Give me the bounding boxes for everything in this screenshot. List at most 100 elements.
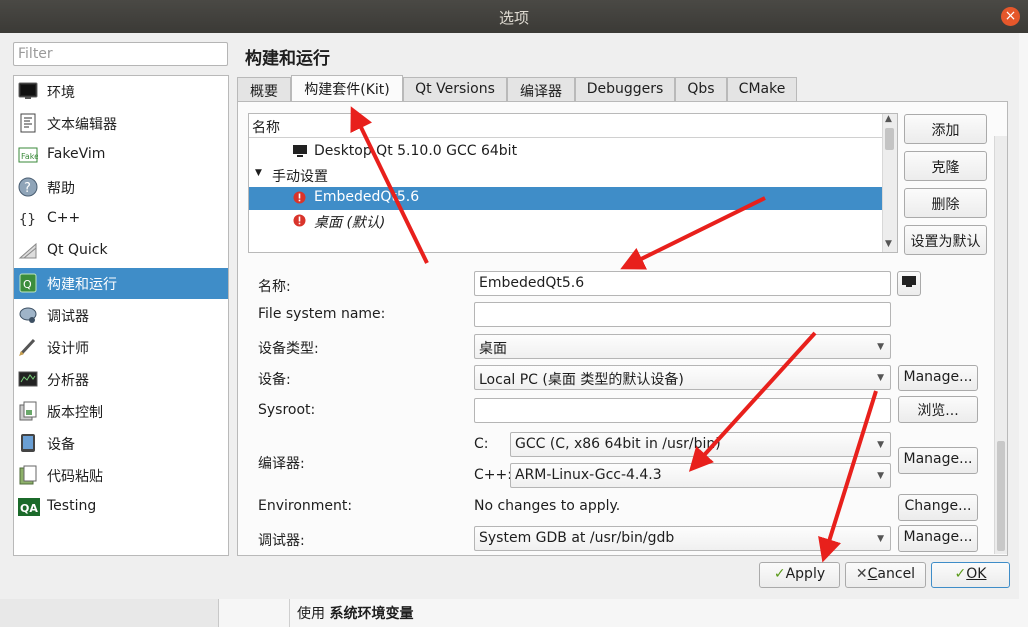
nav-item-testing[interactable]: QA Testing bbox=[14, 492, 228, 523]
tab-cmake[interactable]: CMake bbox=[727, 77, 797, 101]
fs-name-field[interactable] bbox=[474, 302, 891, 327]
compiler-cpp-label: C++: bbox=[474, 467, 512, 483]
remove-kit-button[interactable]: 删除 bbox=[904, 188, 987, 218]
debugger-manage-button[interactable]: Manage... bbox=[898, 525, 978, 552]
svg-text:Q: Q bbox=[23, 278, 32, 291]
cpp-braces-icon: {} bbox=[18, 209, 38, 229]
code-paste-icon bbox=[18, 465, 38, 485]
debugger-select[interactable]: System GDB at /usr/bin/gdb ▼ bbox=[474, 526, 891, 551]
device-manage-button[interactable]: Manage... bbox=[898, 365, 978, 391]
environment-label: Environment: bbox=[258, 498, 353, 514]
compiler-c-label: C: bbox=[474, 436, 489, 452]
chevron-down-icon: ▼ bbox=[877, 373, 884, 383]
background-separator bbox=[289, 599, 290, 627]
device-type-label: 设备类型: bbox=[258, 341, 319, 357]
chevron-down-icon: ▼ bbox=[877, 342, 884, 352]
compiler-label: 编译器: bbox=[258, 456, 305, 472]
name-label: 名称: bbox=[258, 279, 291, 295]
device-type-select[interactable]: 桌面 ▼ bbox=[474, 334, 891, 359]
scroll-up-icon[interactable]: ▲ bbox=[885, 114, 892, 124]
tab-qt-versions[interactable]: Qt Versions bbox=[403, 77, 507, 101]
tab-overview[interactable]: 概要 bbox=[237, 77, 291, 101]
chevron-down-icon: ▼ bbox=[877, 534, 884, 544]
help-icon: ? bbox=[18, 177, 38, 197]
nav-item-qt-quick[interactable]: Qt Quick bbox=[14, 236, 228, 267]
debugger-label: 调试器: bbox=[258, 533, 305, 549]
nav-item-build-run[interactable]: Q 构建和运行 bbox=[14, 268, 228, 299]
compiler-manage-button[interactable]: Manage... bbox=[898, 447, 978, 474]
nav-item-debugger[interactable]: 调试器 bbox=[14, 300, 228, 331]
chevron-down-icon: ▼ bbox=[877, 440, 884, 450]
analyzer-icon bbox=[18, 369, 38, 389]
page-title: 构建和运行 bbox=[245, 49, 330, 69]
svg-text:?: ? bbox=[24, 181, 31, 196]
checkmark-icon: ✓ bbox=[773, 566, 786, 582]
fs-name-label: File system name: bbox=[258, 306, 386, 322]
add-kit-button[interactable]: 添加 bbox=[904, 114, 987, 144]
sysroot-label: Sysroot: bbox=[258, 402, 316, 418]
make-default-button[interactable]: 设置为默认 bbox=[904, 225, 987, 255]
chevron-down-icon: ▼ bbox=[877, 471, 884, 481]
svg-text:QA: QA bbox=[20, 502, 38, 515]
nav-item-analyzer[interactable]: 分析器 bbox=[14, 364, 228, 395]
device-label: 设备: bbox=[258, 372, 291, 388]
filter-input[interactable]: Filter bbox=[13, 42, 228, 66]
nav-item-environment[interactable]: 环境 bbox=[14, 76, 228, 107]
nav-item-fakevim[interactable]: Fake FakeVim bbox=[14, 140, 228, 171]
kit-tree-scrollbar[interactable]: ▲ ▼ bbox=[882, 114, 897, 252]
nav-item-version-control[interactable]: 版本控制 bbox=[14, 396, 228, 427]
svg-text:Fake: Fake bbox=[21, 152, 38, 161]
device-select-icon-button[interactable] bbox=[897, 271, 921, 296]
tab-kits[interactable]: 构建套件(Kit) bbox=[291, 75, 403, 102]
environment-value: No changes to apply. bbox=[474, 498, 621, 514]
nav-item-designer[interactable]: 设计师 bbox=[14, 332, 228, 363]
apply-button[interactable]: ✓Apply bbox=[759, 562, 840, 588]
device-icon bbox=[18, 433, 38, 453]
collapse-arrow-icon[interactable]: ▼ bbox=[255, 168, 262, 178]
nav-item-text-editor[interactable]: 文本编辑器 bbox=[14, 108, 228, 139]
window-title: 选项 bbox=[498, 9, 529, 27]
tab-debuggers[interactable]: Debuggers bbox=[575, 77, 675, 101]
nav-item-help[interactable]: ? 帮助 bbox=[14, 172, 228, 203]
ok-button[interactable]: ✓OK bbox=[931, 562, 1010, 588]
text-editor-icon bbox=[18, 113, 38, 133]
background-left-pane bbox=[0, 599, 219, 627]
tab-qbs[interactable]: Qbs bbox=[675, 77, 727, 101]
debugger-icon bbox=[18, 305, 38, 325]
error-icon bbox=[293, 214, 306, 231]
kit-row-desktop-default[interactable]: 桌面 (默认) bbox=[249, 210, 883, 233]
qt-quick-icon bbox=[18, 241, 38, 261]
device-select[interactable]: Local PC (桌面 类型的默认设备) ▼ bbox=[474, 365, 891, 390]
monitor-icon bbox=[293, 144, 307, 162]
name-field[interactable]: EmbededQt5.6 bbox=[474, 271, 891, 296]
nav-item-cpp[interactable]: {} C++ bbox=[14, 204, 228, 235]
error-icon bbox=[293, 191, 306, 208]
sysroot-field[interactable] bbox=[474, 398, 891, 423]
kit-row-desktop[interactable]: Desktop Qt 5.10.0 GCC 64bit bbox=[249, 141, 883, 164]
kits-panel: 名称 Desktop Qt 5.10.0 GCC 64bit ▼ 手动设置 Em… bbox=[237, 101, 1008, 556]
cancel-button[interactable]: ✕Cancel bbox=[845, 562, 926, 588]
tab-compilers[interactable]: 编译器 bbox=[507, 77, 575, 101]
nav-item-code-paste[interactable]: 代码粘贴 bbox=[14, 460, 228, 491]
compiler-c-select[interactable]: GCC (C, x86 64bit in /usr/bin) ▼ bbox=[510, 432, 891, 457]
scrollbar-thumb[interactable] bbox=[885, 128, 894, 150]
compiler-cpp-select[interactable]: ARM-Linux-Gcc-4.4.3 ▼ bbox=[510, 463, 891, 488]
sysroot-browse-button[interactable]: 浏览... bbox=[898, 396, 978, 423]
clone-kit-button[interactable]: 克隆 bbox=[904, 151, 987, 181]
environment-change-button[interactable]: Change... bbox=[898, 494, 978, 521]
build-run-icon: Q bbox=[18, 273, 38, 293]
kit-row-embededqt[interactable]: EmbededQt5.6 bbox=[249, 187, 883, 210]
scrollbar-thumb[interactable] bbox=[997, 441, 1005, 551]
category-list: 环境 文本编辑器 Fake FakeVim ? 帮助 {} C++ Qt Qui… bbox=[13, 75, 229, 556]
kit-tree[interactable]: 名称 Desktop Qt 5.10.0 GCC 64bit ▼ 手动设置 Em… bbox=[248, 113, 898, 253]
svg-text:{}: {} bbox=[19, 212, 36, 228]
fakevim-icon: Fake bbox=[18, 145, 39, 165]
nav-item-device[interactable]: 设备 bbox=[14, 428, 228, 459]
close-icon[interactable]: × bbox=[1001, 7, 1020, 26]
kit-row-manual-group[interactable]: ▼ 手动设置 bbox=[249, 164, 883, 187]
scroll-down-icon[interactable]: ▼ bbox=[885, 239, 892, 249]
background-window-strip: 使用 系统环境变量 bbox=[0, 599, 1019, 627]
kit-tree-header: 名称 bbox=[249, 114, 882, 138]
options-dialog: Filter 环境 文本编辑器 Fake FakeVim ? 帮助 {} C++… bbox=[0, 33, 1019, 599]
panel-scrollbar[interactable] bbox=[994, 136, 1007, 554]
